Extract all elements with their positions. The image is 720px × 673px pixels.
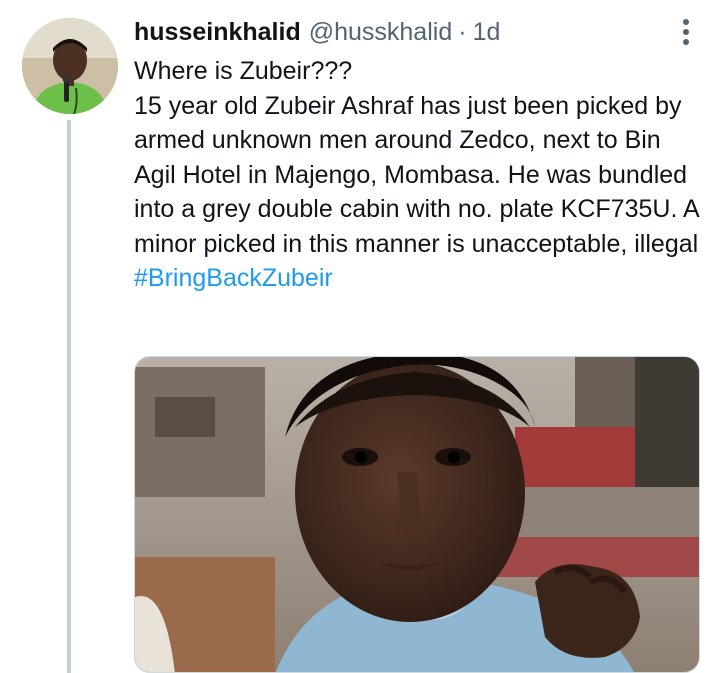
more-options-button[interactable] <box>668 14 704 50</box>
display-name[interactable]: husseinkhalid <box>134 18 301 47</box>
separator-dot: · <box>458 17 467 46</box>
photo-image <box>135 357 699 672</box>
tweet-text: Where is Zubeir??? 15 year old Zubeir As… <box>134 54 704 296</box>
thread-line <box>67 120 71 673</box>
user-handle[interactable]: @husskhalid <box>309 18 453 47</box>
tweet-photo[interactable] <box>134 356 700 673</box>
tweet-text-body: 15 year old Zubeir Ashraf has just been … <box>134 89 704 296</box>
tweet-body-text: 15 year old Zubeir Ashraf has just been … <box>134 91 699 258</box>
more-vertical-icon <box>683 19 689 45</box>
tweet-text-line1: Where is Zubeir??? <box>134 57 353 85</box>
hashtag-link[interactable]: #BringBackZubeir <box>134 264 333 292</box>
timestamp[interactable]: 1d <box>473 18 501 47</box>
avatar[interactable] <box>22 18 118 114</box>
tweet-header: husseinkhalid @husskhalid · 1d <box>134 14 500 50</box>
tweet: husseinkhalid @husskhalid · 1d Where is … <box>0 0 720 673</box>
user-avatar-photo <box>22 18 118 114</box>
